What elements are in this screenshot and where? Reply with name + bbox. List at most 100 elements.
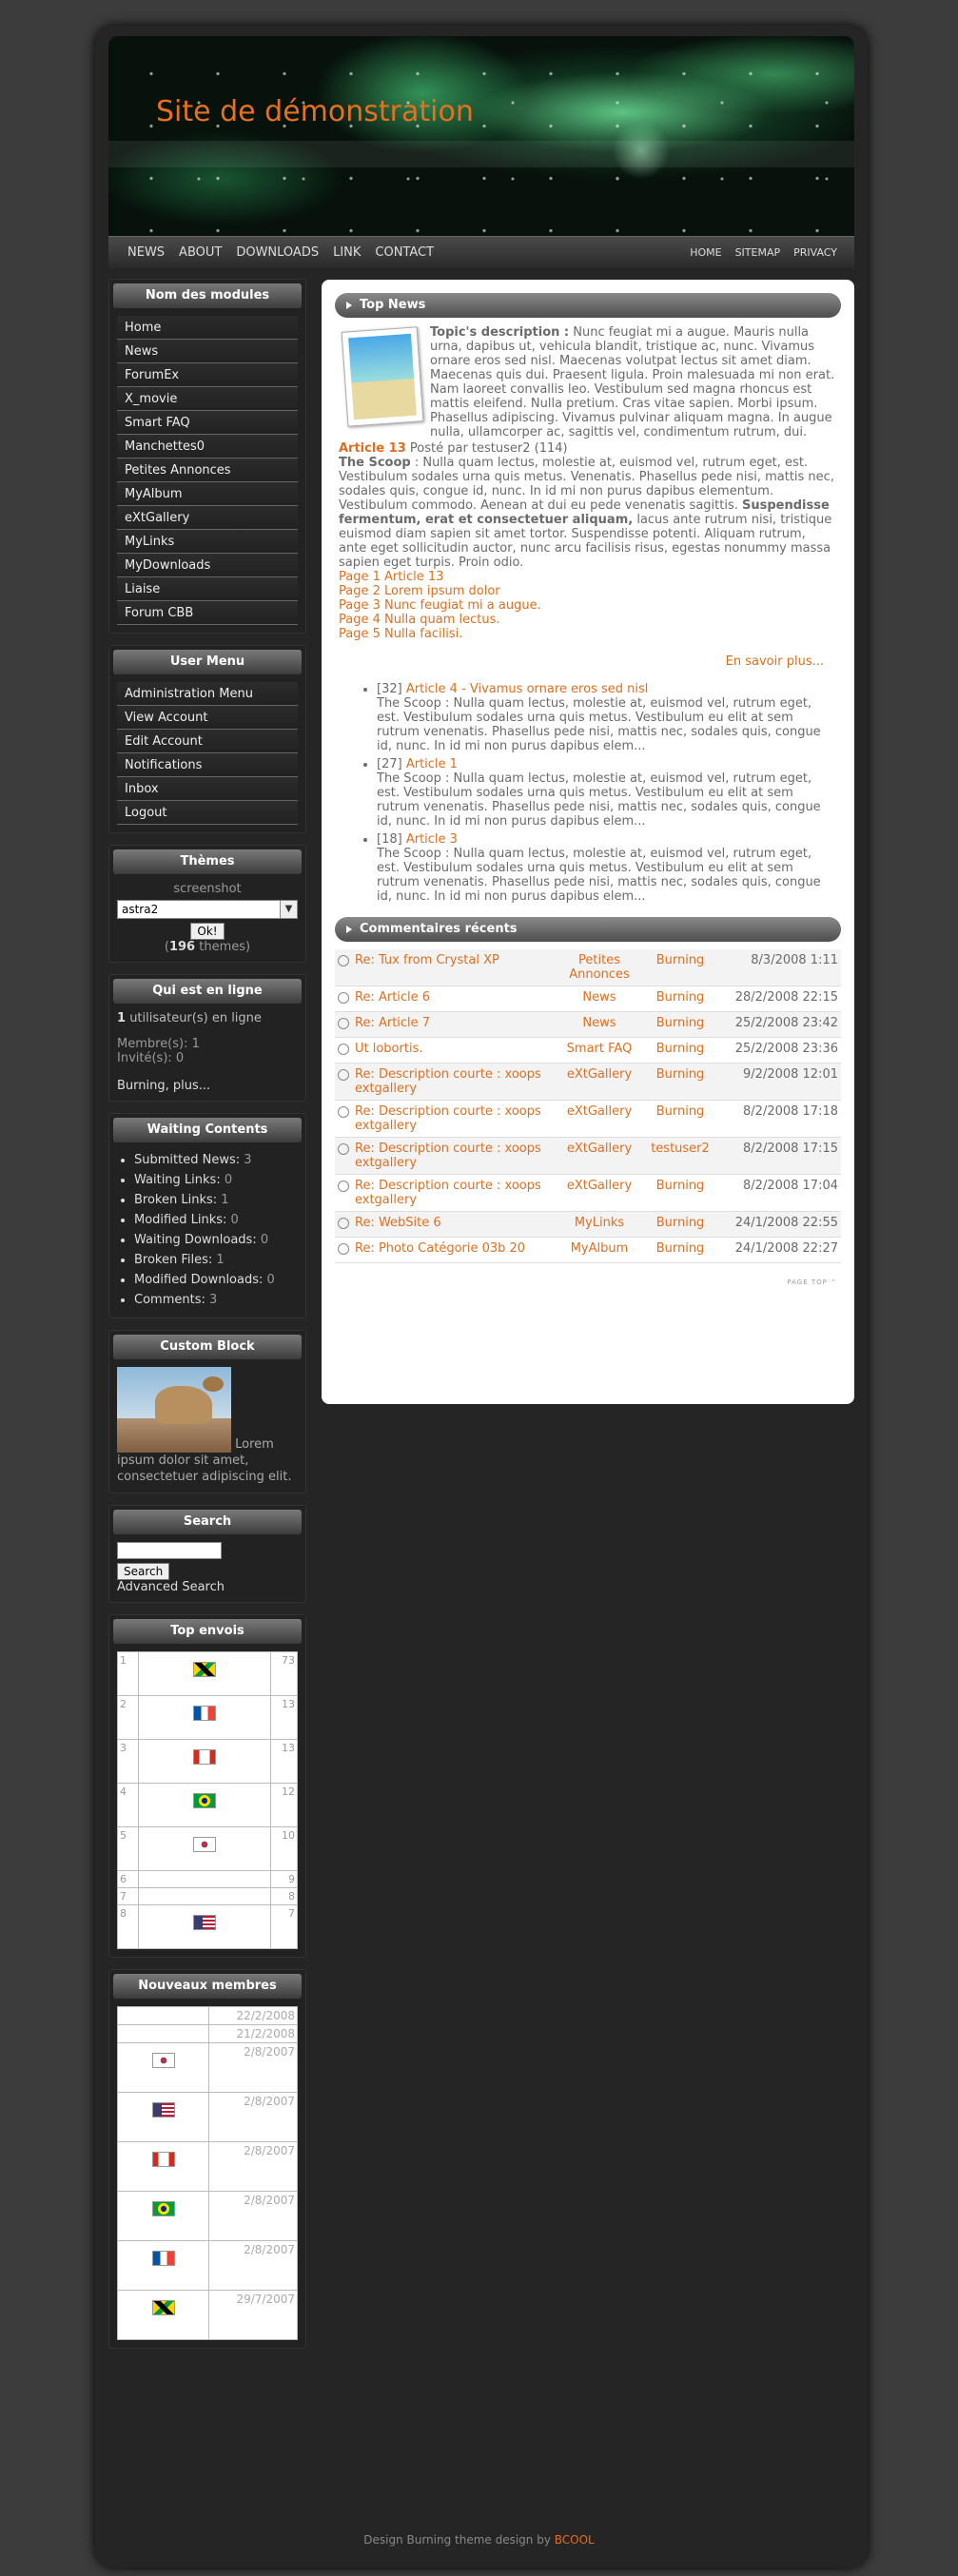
module-petites-annonces[interactable]: Petites Annonces [117,459,298,482]
comment-link[interactable]: Re: WebSite 6 [355,1216,441,1230]
comment-module[interactable]: News [552,1011,647,1038]
news-item-link[interactable]: Article 1 [406,757,458,771]
newmember-row[interactable]: 22/2/2008 [117,2006,298,2025]
module-mylinks[interactable]: MyLinks [117,530,298,554]
comment-row: Re: Article 6 News Burning 28/2/2008 22:15 [335,986,841,1012]
footer-link[interactable]: BCOOL [555,2533,595,2547]
waiting-item[interactable]: Broken Files: 1 [134,1250,305,1270]
nav-downloads[interactable]: DOWNLOADS [236,245,319,260]
waiting-item[interactable]: Modified Links: 0 [134,1210,305,1230]
online-names[interactable]: Burning, plus... [109,1079,305,1093]
page-link[interactable]: Page 2 Lorem ipsum dolor [339,584,837,598]
module-forumex[interactable]: ForumEx [117,363,298,387]
waiting-item[interactable]: Submitted News: 3 [134,1150,305,1170]
comment-module[interactable]: News [552,986,647,1012]
comment-user[interactable]: Burning [647,1063,714,1101]
newmember-row[interactable]: 2/8/2007 [117,2092,298,2142]
comment-link[interactable]: Re: Description courte : xoops extgaller… [355,1179,541,1207]
module-home[interactable]: Home [117,316,298,340]
news-item-link[interactable]: Article 4 - Vivamus ornare eros sed nisl [406,682,649,696]
theme-select[interactable]: astra2 ▼ [117,900,298,919]
nav-home[interactable]: HOME [690,246,721,259]
page-link[interactable]: Page 5 Nulla facilisi. [339,627,837,641]
comment-link[interactable]: Re: Article 7 [355,1016,430,1030]
advanced-search-link[interactable]: Advanced Search [117,1580,298,1594]
custom-title: Custom Block [113,1335,302,1359]
search-input[interactable] [117,1542,222,1559]
page-link[interactable]: Page 1 Article 13 [339,570,837,584]
nav-about[interactable]: ABOUT [179,245,222,260]
comment-module[interactable]: Petites Annonces [552,949,647,986]
module-forum-cbb[interactable]: Forum CBB [117,601,298,625]
waiting-item[interactable]: Waiting Links: 0 [134,1170,305,1190]
module-myalbum[interactable]: MyAlbum [117,482,298,506]
comment-link[interactable]: Re: Description courte : xoops extgaller… [355,1067,541,1096]
notifications-link[interactable]: Notifications [117,753,298,777]
newmember-row[interactable]: 29/7/2007 [117,2290,298,2340]
comment-user[interactable]: Burning [647,1237,714,1263]
module-x-movie[interactable]: X_movie [117,387,298,411]
comment-link[interactable]: Re: Description courte : xoops extgaller… [355,1142,541,1170]
nav-contact[interactable]: CONTACT [375,245,434,260]
nav-link[interactable]: LINK [333,245,361,260]
comment-row: Re: WebSite 6 MyLinks Burning 24/1/2008 22:… [335,1211,841,1238]
comment-module[interactable]: eXtGallery [552,1100,647,1138]
waiting-item[interactable]: Modified Downloads: 0 [134,1270,305,1290]
comment-link[interactable]: Re: Photo Catégorie 03b 20 [355,1241,525,1256]
edit-account-link[interactable]: Edit Account [117,730,298,753]
comment-user[interactable]: Burning [647,1100,714,1138]
comment-user[interactable]: Burning [647,1174,714,1212]
newmember-row[interactable]: 2/8/2007 [117,2141,298,2192]
comment-user[interactable]: testuser2 [647,1137,714,1175]
page-link[interactable]: Page 3 Nunc feugiat mi a augue. [339,598,837,613]
nav-sitemap[interactable]: SITEMAP [735,246,781,259]
comment-module[interactable]: Smart FAQ [552,1037,647,1064]
ca-flag-icon [193,1749,216,1765]
module-mydownloads[interactable]: MyDownloads [117,554,298,577]
waiting-item[interactable]: Waiting Downloads: 0 [134,1230,305,1250]
comment-user[interactable]: Burning [647,1011,714,1038]
jm-flag-icon [151,2300,175,2315]
comment-module[interactable]: MyLinks [552,1211,647,1238]
view-account-link[interactable]: View Account [117,706,298,730]
module-news[interactable]: News [117,340,298,363]
comment-link[interactable]: Re: Article 6 [355,990,430,1005]
page-link[interactable]: Page 4 Nulla quam lectus. [339,613,837,627]
waiting-item[interactable]: Comments: 3 [134,1290,305,1310]
waiting-item[interactable]: Broken Links: 1 [134,1190,305,1210]
footer-text: Design Burning theme design by [363,2533,555,2547]
module-manchettes[interactable]: Manchettes0 [117,435,298,459]
theme-ok-button[interactable]: Ok! [190,923,225,940]
topnews-header: Top News [335,293,841,318]
admin-menu-link[interactable]: Administration Menu [117,682,298,706]
comment-user[interactable]: Burning [647,986,714,1012]
comment-module[interactable]: eXtGallery [552,1063,647,1101]
article-link[interactable]: Article 13 [339,441,406,456]
newmember-row[interactable]: 2/8/2007 [117,2240,298,2291]
newmember-row[interactable]: 2/8/2007 [117,2191,298,2241]
module-smart-faq[interactable]: Smart FAQ [117,411,298,435]
comment-user[interactable]: Burning [647,1037,714,1064]
newmember-row[interactable]: 2/8/2007 [117,2042,298,2093]
inbox-link[interactable]: Inbox [117,777,298,801]
comment-link[interactable]: Ut lobortis. [355,1042,422,1056]
module-extgallery[interactable]: eXtGallery [117,506,298,530]
comment-module[interactable]: MyAlbum [552,1237,647,1263]
nav-privacy[interactable]: PRIVACY [793,246,837,259]
module-liaise[interactable]: Liaise [117,577,298,601]
site-title[interactable]: Site de démonstration [156,95,474,128]
comment-module[interactable]: eXtGallery [552,1137,647,1175]
comment-user[interactable]: Burning [647,1211,714,1238]
logout-link[interactable]: Logout [117,801,298,825]
search-button[interactable]: Search [117,1563,170,1580]
user-menu-block: User Menu Administration Menu View Accou… [108,645,306,833]
read-more-link[interactable]: En savoir plus... [726,654,824,669]
nav-news[interactable]: NEWS [127,245,165,260]
news-item-link[interactable]: Article 3 [406,832,458,847]
comment-user[interactable]: Burning [647,949,714,986]
page-top-link[interactable]: PAGE TOP ⌃ [322,1263,854,1286]
comment-link[interactable]: Re: Tux from Crystal XP [355,953,499,967]
comment-link[interactable]: Re: Description courte : xoops extgaller… [355,1104,541,1133]
newmember-row[interactable]: 21/2/2008 [117,2024,298,2043]
comment-module[interactable]: eXtGallery [552,1174,647,1212]
